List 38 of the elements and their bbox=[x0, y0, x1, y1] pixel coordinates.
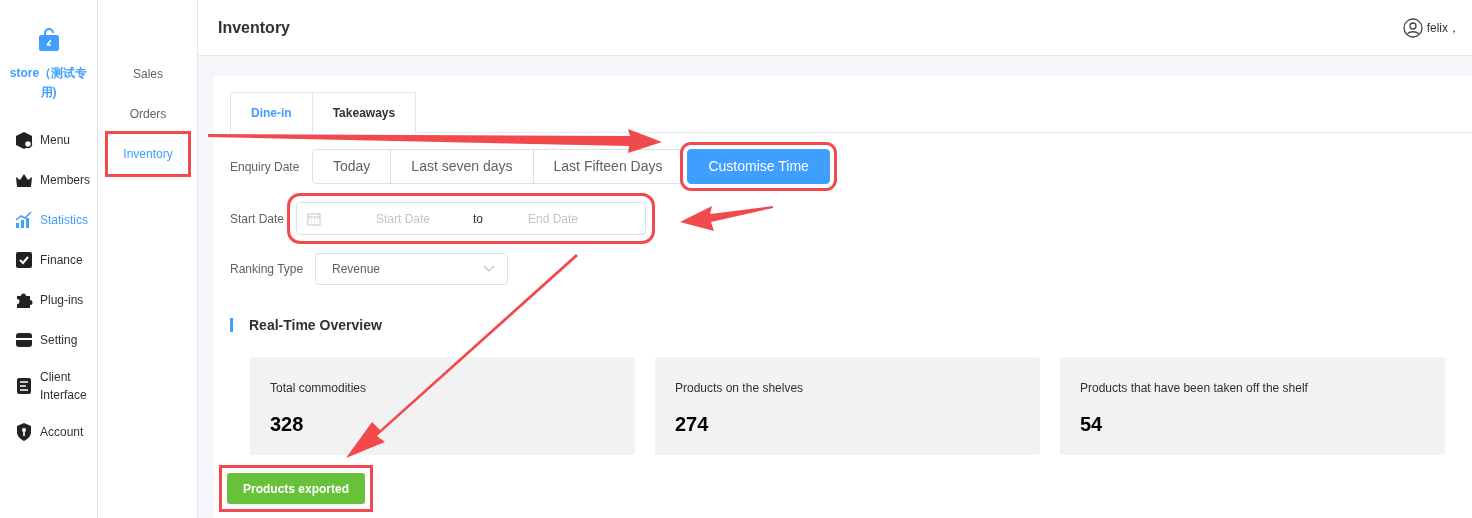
stat-label: Products that have been taken off the shelf bbox=[1080, 380, 1309, 397]
date-range-option[interactable]: Today bbox=[312, 149, 392, 184]
end-date-input[interactable]: End Date bbox=[493, 208, 613, 229]
date-range-option[interactable]: Last seven days bbox=[390, 149, 534, 184]
sidebar-item[interactable]: Account bbox=[0, 412, 97, 452]
subnav-item[interactable]: Orders bbox=[108, 94, 188, 134]
subnav-item[interactable]: Sales bbox=[108, 54, 188, 94]
sidebar-item[interactable]: Members bbox=[0, 160, 97, 200]
document-icon bbox=[14, 376, 34, 396]
store-icon bbox=[14, 330, 34, 350]
chevron-down-icon bbox=[483, 265, 495, 273]
user-icon bbox=[1402, 17, 1423, 38]
chart-icon bbox=[14, 210, 34, 230]
sidebar-item[interactable]: Finance bbox=[0, 240, 97, 280]
stat-value: 54 bbox=[1080, 412, 1103, 437]
field-label: Ranking Type bbox=[230, 261, 305, 278]
user-name[interactable]: felix， bbox=[1426, 18, 1460, 37]
sidebar-item[interactable]: Plug-ins bbox=[0, 280, 97, 320]
checkbox-icon bbox=[14, 250, 34, 270]
stat-label: Total commodities bbox=[270, 380, 368, 397]
ranking-select[interactable]: Revenue bbox=[315, 253, 508, 285]
stat-value: 274 bbox=[675, 412, 709, 437]
box-icon bbox=[14, 130, 34, 150]
stat-label: Products on the shelves bbox=[675, 380, 805, 397]
calendar-icon bbox=[307, 211, 321, 226]
sidebar-item[interactable]: Setting bbox=[0, 320, 97, 360]
range-separator: to bbox=[473, 210, 483, 228]
page-title: Inventory bbox=[218, 17, 290, 38]
store-name: store（测试专用) bbox=[8, 65, 89, 101]
field-label: Start Date bbox=[230, 210, 286, 228]
tab[interactable]: Takeaways bbox=[312, 92, 417, 133]
stat-value: 328 bbox=[270, 412, 304, 437]
start-date-input[interactable]: Start Date bbox=[343, 208, 463, 229]
field-label: Enquiry Date bbox=[230, 158, 301, 176]
shopping-bag-icon bbox=[37, 28, 60, 52]
sidebar-item[interactable]: Client Interface bbox=[0, 360, 97, 412]
sidebar-item[interactable]: Menu bbox=[0, 120, 97, 160]
shield-icon bbox=[14, 422, 34, 442]
